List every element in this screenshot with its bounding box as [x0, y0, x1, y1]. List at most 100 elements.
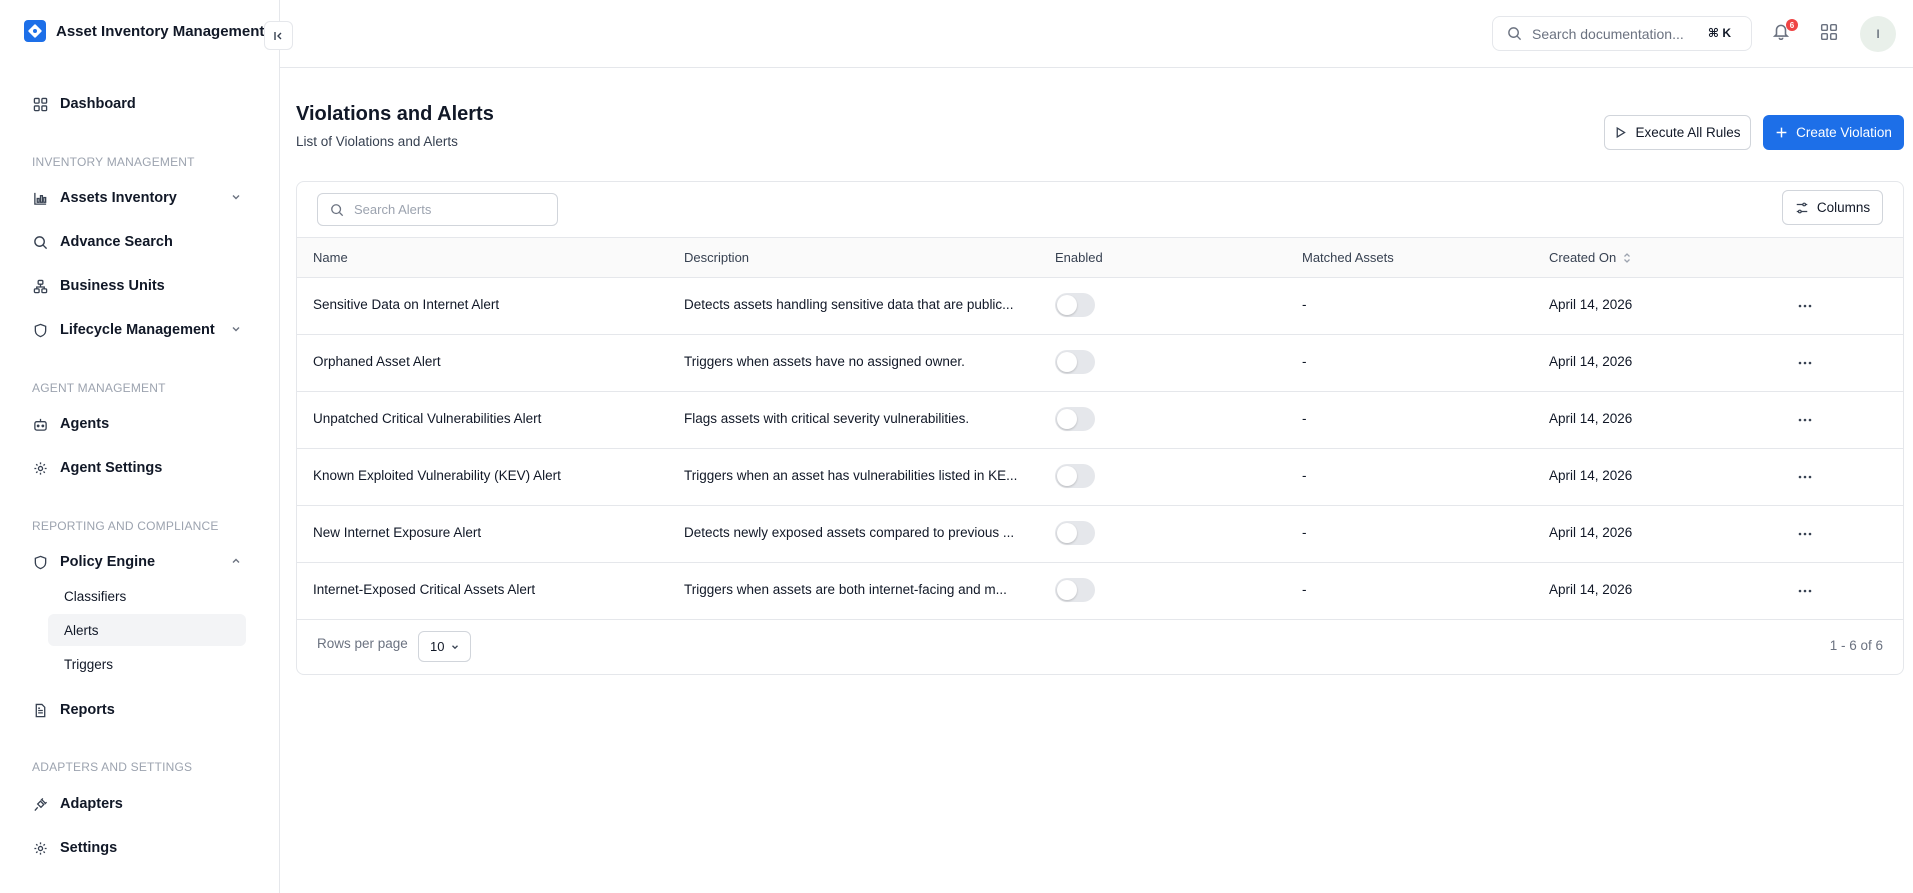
sidebar-item-policy-engine[interactable]: Policy Engine — [32, 548, 242, 576]
sidebar-subitem-label: Triggers — [64, 656, 114, 672]
cell-description: Triggers when assets are both internet-f… — [684, 582, 1007, 597]
plus-icon — [1776, 127, 1787, 138]
brand-title: Asset Inventory Management — [56, 22, 265, 40]
cell-matched-assets: - — [1302, 297, 1307, 312]
user-avatar[interactable]: I — [1860, 16, 1896, 52]
sidebar-item-label: Agent Settings — [60, 460, 163, 476]
create-violation-button[interactable]: Create Violation — [1763, 115, 1904, 150]
sidebar-subitem-label: Alerts — [64, 622, 99, 638]
shield-icon — [32, 554, 48, 570]
search-alerts-input[interactable]: Search Alerts — [317, 193, 558, 226]
sidebar-item-label: Advance Search — [60, 234, 173, 250]
more-horizontal-icon — [1798, 475, 1812, 479]
enabled-toggle[interactable] — [1055, 293, 1095, 317]
network-icon — [32, 278, 48, 294]
sidebar-item-lifecycle-management[interactable]: Lifecycle Management — [32, 316, 242, 344]
column-header-label: Created On — [1549, 250, 1617, 265]
alerts-table-card: Search Alerts Columns Name Description E… — [296, 181, 1904, 675]
grid-icon — [1820, 23, 1838, 41]
cell-created-on: April 14, 2026 — [1549, 411, 1633, 426]
cell-description: Triggers when an asset has vulnerabiliti… — [684, 468, 1018, 483]
cell-created-on: April 14, 2026 — [1549, 297, 1633, 312]
sidebar-subitem-alerts[interactable]: Alerts — [48, 614, 246, 646]
cell-matched-assets: - — [1302, 354, 1307, 369]
sidebar-item-settings[interactable]: Settings — [32, 834, 242, 862]
row-actions-button[interactable] — [1793, 522, 1817, 546]
execute-all-rules-button[interactable]: Execute All Rules — [1604, 115, 1751, 150]
columns-label: Columns — [1816, 200, 1871, 215]
rows-per-page-select[interactable]: 10 — [418, 631, 471, 662]
search-icon — [331, 203, 344, 216]
sidebar-item-agent-settings[interactable]: Agent Settings — [32, 454, 242, 482]
sidebar-item-agents[interactable]: Agents — [32, 410, 242, 438]
cell-name: New Internet Exposure Alert — [313, 525, 482, 540]
collapse-sidebar-button[interactable] — [264, 21, 293, 50]
sidebar-item-assets-inventory[interactable]: Assets Inventory — [32, 184, 242, 212]
more-horizontal-icon — [1798, 361, 1812, 365]
page-title: Violations and Alerts — [296, 103, 494, 125]
column-header-description[interactable]: Description — [684, 250, 749, 265]
shortcut-hint: ⌘ K — [1707, 26, 1731, 40]
pagination-info: 1 - 6 of 6 — [1829, 638, 1883, 653]
sidebar-item-reports[interactable]: Reports — [32, 696, 242, 724]
sidebar-item-label: Adapters — [60, 796, 123, 812]
sidebar-item-dashboard[interactable]: Dashboard — [32, 90, 242, 118]
enabled-toggle[interactable] — [1055, 407, 1095, 431]
enabled-toggle[interactable] — [1055, 350, 1095, 374]
table-row[interactable]: Known Exploited Vulnerability (KEV) Aler… — [297, 449, 1903, 506]
cell-matched-assets: - — [1302, 582, 1307, 597]
table-row[interactable]: Orphaned Asset Alert Triggers when assets… — [297, 335, 1903, 392]
row-actions-button[interactable] — [1793, 408, 1817, 432]
notification-badge: 6 — [1786, 19, 1798, 31]
more-horizontal-icon — [1798, 418, 1812, 422]
search-alerts-placeholder: Search Alerts — [354, 202, 432, 217]
row-actions-button[interactable] — [1793, 579, 1817, 603]
enabled-toggle[interactable] — [1055, 464, 1095, 488]
cell-created-on: April 14, 2026 — [1549, 354, 1633, 369]
search-documentation-input[interactable]: Search documentation... ⌘ K — [1492, 16, 1752, 51]
shield-icon — [32, 322, 48, 338]
column-header-matched-assets[interactable]: Matched Assets — [1302, 250, 1394, 265]
section-label-agent: AGENT MANAGEMENT — [32, 381, 166, 395]
sidebar-item-label: Settings — [60, 840, 118, 856]
sort-icon — [1624, 252, 1631, 263]
enabled-toggle[interactable] — [1055, 578, 1095, 602]
table-row[interactable]: Internet-Exposed Critical Assets Alert Tr… — [297, 563, 1903, 620]
cell-description: Flags assets with critical severity vuln… — [684, 411, 970, 426]
more-horizontal-icon — [1798, 589, 1812, 593]
row-actions-button[interactable] — [1793, 351, 1817, 375]
apps-grid-button[interactable] — [1820, 23, 1838, 44]
section-label-reporting: REPORTING AND COMPLIANCE — [32, 519, 219, 533]
sidebar-item-label: Dashboard — [60, 96, 136, 112]
cell-description: Triggers when assets have no assigned ow… — [684, 354, 965, 369]
column-header-name[interactable]: Name — [313, 250, 348, 265]
chart-icon — [32, 190, 48, 206]
cell-description: Detects assets handling sensitive data t… — [684, 297, 1014, 312]
create-violation-label: Create Violation — [1796, 125, 1892, 140]
page-subtitle: List of Violations and Alerts — [296, 134, 458, 149]
sidebar-subitem-classifiers[interactable]: Classifiers — [48, 580, 246, 612]
row-actions-button[interactable] — [1793, 294, 1817, 318]
row-actions-button[interactable] — [1793, 465, 1817, 489]
table-row[interactable]: Unpatched Critical Vulnerabilities Alert… — [297, 392, 1903, 449]
sidebar-item-advance-search[interactable]: Advance Search — [32, 228, 242, 256]
sidebar-item-business-units[interactable]: Business Units — [32, 272, 242, 300]
search-icon — [32, 234, 48, 250]
columns-button[interactable]: Columns — [1782, 190, 1883, 225]
sliders-icon — [1796, 202, 1808, 213]
cell-matched-assets: - — [1302, 468, 1307, 483]
cell-created-on: April 14, 2026 — [1549, 525, 1633, 540]
collapse-icon — [273, 31, 281, 40]
chevron-down-icon — [230, 323, 242, 339]
sidebar-subitem-triggers[interactable]: Triggers — [48, 648, 246, 680]
sidebar-item-adapters[interactable]: Adapters — [32, 790, 242, 818]
table-row[interactable]: New Internet Exposure Alert Detects newly… — [297, 506, 1903, 563]
sidebar-item-label: Agents — [60, 416, 110, 432]
table-row[interactable]: Sensitive Data on Internet Alert Detects … — [297, 278, 1903, 335]
brand[interactable]: Asset Inventory Management — [24, 20, 264, 42]
enabled-toggle[interactable] — [1055, 521, 1095, 545]
sidebar-item-label: Reports — [60, 702, 115, 718]
column-header-enabled[interactable]: Enabled — [1055, 250, 1103, 265]
chevron-down-icon — [452, 644, 459, 649]
column-header-created-on[interactable]: Created On — [1549, 250, 1632, 265]
